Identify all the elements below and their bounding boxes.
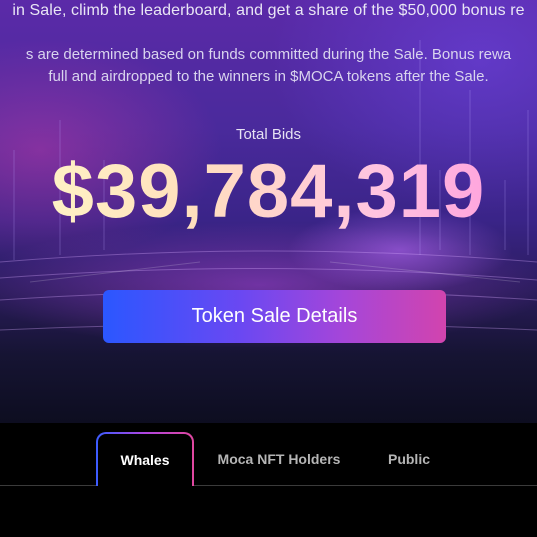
tab-whales[interactable]: Whales bbox=[96, 432, 194, 486]
leaderboard-content bbox=[0, 486, 537, 537]
tab-moca-nft-holders[interactable]: Moca NFT Holders bbox=[205, 433, 353, 485]
token-sale-details-button[interactable]: Token Sale Details bbox=[103, 290, 446, 343]
description-text-line-1: s are determined based on funds committe… bbox=[25, 46, 512, 63]
total-bids-amount: $39,784,319 bbox=[0, 150, 537, 234]
description-text-line-2: full and airdropped to the winners in $M… bbox=[48, 68, 489, 85]
total-bids-label: Total Bids bbox=[235, 126, 302, 143]
hero-section: in Sale, climb the leaderboard, and get … bbox=[0, 0, 537, 423]
leaderboard-tabs: Whales Moca NFT Holders Public bbox=[0, 423, 537, 486]
tab-public[interactable]: Public bbox=[374, 433, 444, 485]
intro-text: in Sale, climb the leaderboard, and get … bbox=[12, 2, 525, 19]
